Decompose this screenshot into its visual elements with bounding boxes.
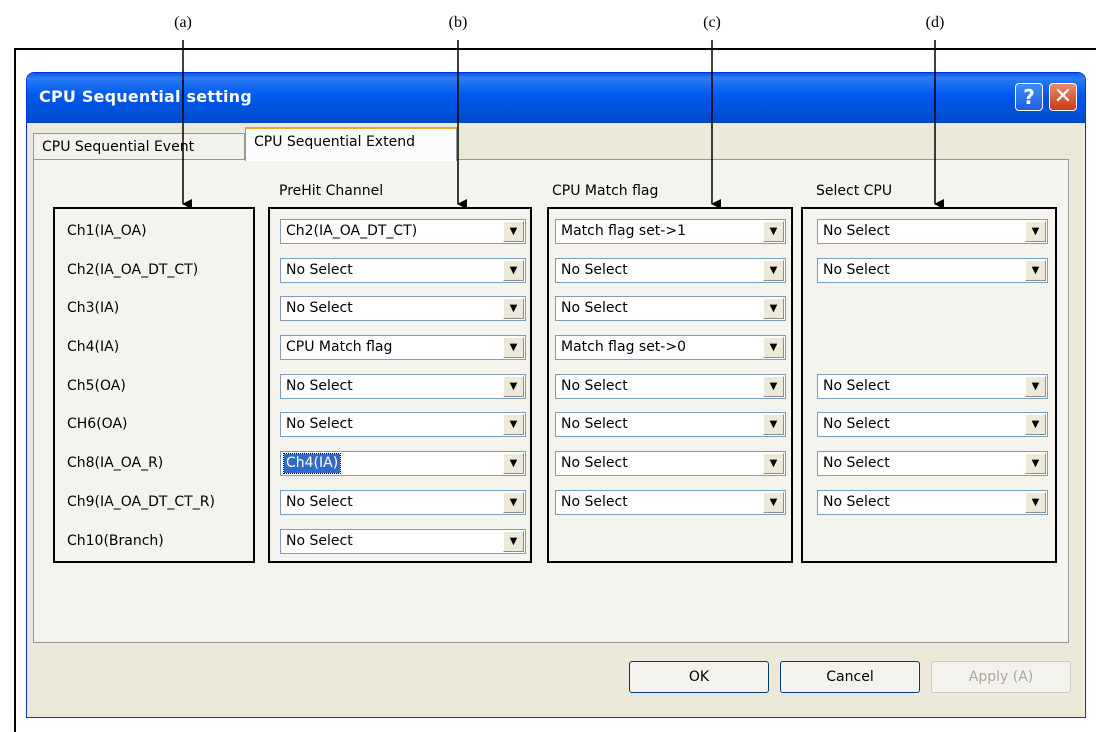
- combo-value: No Select: [286, 300, 353, 316]
- combo-value: No Select: [823, 416, 890, 432]
- combo-value: No Select: [561, 378, 628, 394]
- match-combo-ch6[interactable]: No Select ▼: [555, 412, 786, 437]
- combo-value: No Select: [823, 494, 890, 510]
- prehit-combo-ch10[interactable]: No Select ▼: [280, 529, 526, 554]
- chevron-down-icon[interactable]: ▼: [1025, 260, 1046, 281]
- combo-value: CPU Match flag: [286, 339, 393, 355]
- prehit-combo-ch4[interactable]: CPU Match flag ▼: [280, 335, 526, 360]
- callout-d: (d): [925, 14, 945, 31]
- prehit-combo-ch8[interactable]: Ch4(IA) ▼: [280, 451, 526, 476]
- prehit-combo-ch9[interactable]: No Select ▼: [280, 490, 526, 515]
- match-combo-ch3[interactable]: No Select ▼: [555, 296, 786, 321]
- combo-value: No Select: [286, 494, 353, 510]
- tab-cpu-sequential-extend[interactable]: CPU Sequential Extend: [245, 127, 457, 161]
- channel-label: Ch3(IA): [67, 300, 120, 316]
- match-combo-ch9[interactable]: No Select ▼: [555, 490, 786, 515]
- title-bar[interactable]: CPU Sequential setting ? ✕: [27, 73, 1085, 123]
- apply-button[interactable]: Apply (A): [931, 661, 1071, 693]
- chevron-down-icon[interactable]: ▼: [1025, 492, 1046, 513]
- chevron-down-icon[interactable]: ▼: [503, 414, 524, 435]
- tab-cpu-sequential-event[interactable]: CPU Sequential Event: [33, 133, 245, 161]
- combo-value: No Select: [561, 494, 628, 510]
- chevron-down-icon[interactable]: ▼: [1025, 221, 1046, 242]
- chevron-down-icon[interactable]: ▼: [763, 492, 784, 513]
- channel-label: Ch10(Branch): [67, 533, 164, 549]
- callout-b: (b): [448, 14, 468, 31]
- prehit-combo-ch3[interactable]: No Select ▼: [280, 296, 526, 321]
- dialog-window: CPU Sequential setting ? ✕ CPU Sequentia…: [26, 72, 1086, 718]
- selectcpu-combo-ch6[interactable]: No Select ▼: [817, 412, 1048, 437]
- channel-label: Ch1(IA_OA): [67, 223, 147, 239]
- chevron-down-icon[interactable]: ▼: [763, 298, 784, 319]
- combo-value: No Select: [286, 533, 353, 549]
- combo-value: No Select: [286, 378, 353, 394]
- match-combo-ch1[interactable]: Match flag set->1 ▼: [555, 219, 786, 244]
- channel-label: Ch5(OA): [67, 378, 126, 394]
- chevron-down-icon[interactable]: ▼: [503, 531, 524, 552]
- channel-label: Ch8(IA_OA_R): [67, 455, 164, 471]
- match-combo-ch4[interactable]: Match flag set->0 ▼: [555, 335, 786, 360]
- ok-button[interactable]: OK: [629, 661, 769, 693]
- prehit-combo-ch2[interactable]: No Select ▼: [280, 258, 526, 283]
- channel-label: Ch4(IA): [67, 339, 120, 355]
- selectcpu-combo-ch5[interactable]: No Select ▼: [817, 374, 1048, 399]
- figure-frame-left: [14, 48, 16, 732]
- help-button[interactable]: ?: [1015, 83, 1043, 111]
- chevron-down-icon[interactable]: ▼: [1025, 414, 1046, 435]
- close-button[interactable]: ✕: [1049, 83, 1077, 111]
- match-combo-ch5[interactable]: No Select ▼: [555, 374, 786, 399]
- combo-value: No Select: [823, 378, 890, 394]
- combo-value: No Select: [823, 455, 890, 471]
- prehit-channel-label: PreHit Channel: [279, 183, 384, 199]
- combo-value: No Select: [561, 416, 628, 432]
- callout-c: (c): [703, 14, 721, 31]
- chevron-down-icon[interactable]: ▼: [503, 221, 524, 242]
- selectcpu-combo-ch8[interactable]: No Select ▼: [817, 451, 1048, 476]
- channel-label: CH6(OA): [67, 416, 128, 432]
- select-cpu-label: Select CPU: [816, 183, 893, 199]
- combo-value: No Select: [286, 416, 353, 432]
- combo-value: No Select: [561, 300, 628, 316]
- selectcpu-combo-ch1[interactable]: No Select ▼: [817, 219, 1048, 244]
- chevron-down-icon[interactable]: ▼: [503, 492, 524, 513]
- match-combo-ch2[interactable]: No Select ▼: [555, 258, 786, 283]
- chevron-down-icon[interactable]: ▼: [503, 260, 524, 281]
- chevron-down-icon[interactable]: ▼: [1025, 376, 1046, 397]
- channel-label: Ch2(IA_OA_DT_CT): [67, 262, 199, 278]
- callout-a: (a): [174, 14, 192, 31]
- prehit-combo-ch1[interactable]: Ch2(IA_OA_DT_CT) ▼: [280, 219, 526, 244]
- chevron-down-icon[interactable]: ▼: [763, 414, 784, 435]
- combo-value: No Select: [286, 262, 353, 278]
- chevron-down-icon[interactable]: ▼: [763, 376, 784, 397]
- chevron-down-icon[interactable]: ▼: [763, 453, 784, 474]
- combo-value: No Select: [823, 262, 890, 278]
- chevron-down-icon[interactable]: ▼: [763, 260, 784, 281]
- channel-label: Ch9(IA_OA_DT_CT_R): [67, 494, 215, 510]
- chevron-down-icon[interactable]: ▼: [503, 453, 524, 474]
- match-combo-ch8[interactable]: No Select ▼: [555, 451, 786, 476]
- prehit-combo-ch5[interactable]: No Select ▼: [280, 374, 526, 399]
- chevron-down-icon[interactable]: ▼: [503, 337, 524, 358]
- combo-value: Match flag set->1: [561, 223, 686, 239]
- chevron-down-icon[interactable]: ▼: [503, 376, 524, 397]
- dialog-title: CPU Sequential setting: [39, 87, 252, 106]
- chevron-down-icon[interactable]: ▼: [763, 337, 784, 358]
- combo-value: Ch2(IA_OA_DT_CT): [286, 223, 418, 239]
- combo-value: Ch4(IA): [282, 453, 342, 474]
- combo-value: No Select: [561, 455, 628, 471]
- selectcpu-combo-ch2[interactable]: No Select ▼: [817, 258, 1048, 283]
- combo-value: No Select: [823, 223, 890, 239]
- chevron-down-icon[interactable]: ▼: [503, 298, 524, 319]
- cpu-match-flag-label: CPU Match flag: [552, 183, 659, 199]
- chevron-down-icon[interactable]: ▼: [1025, 453, 1046, 474]
- chevron-down-icon[interactable]: ▼: [763, 221, 784, 242]
- selectcpu-combo-ch9[interactable]: No Select ▼: [817, 490, 1048, 515]
- combo-value: No Select: [561, 262, 628, 278]
- combo-value: Match flag set->0: [561, 339, 686, 355]
- figure-frame-top: [14, 48, 1096, 50]
- cancel-button[interactable]: Cancel: [780, 661, 920, 693]
- prehit-combo-ch6[interactable]: No Select ▼: [280, 412, 526, 437]
